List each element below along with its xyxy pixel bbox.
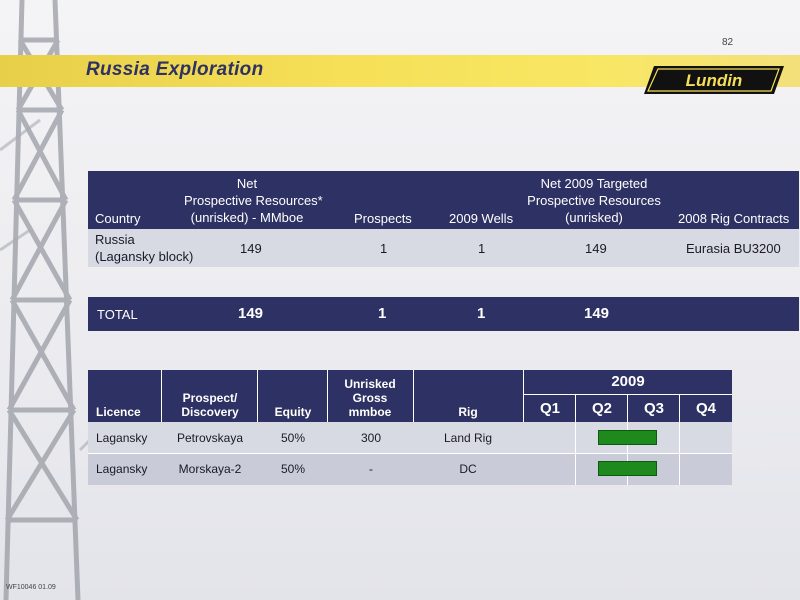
divider [161, 370, 162, 422]
cell-prospects: 1 [380, 241, 388, 256]
total-label: TOTAL [97, 307, 138, 322]
header-net-line2: Prospective Resources* [184, 193, 323, 208]
resources-table-header: Country Net Prospective Resources* (unri… [88, 171, 799, 229]
divider [523, 370, 524, 422]
header-unrisked-gross: Unrisked Gross mmboe [328, 377, 412, 419]
total-net-resources: 149 [238, 305, 264, 322]
header-targeted-line3: (unrisked) [565, 210, 623, 225]
header-2008-rig-contracts: 2008 Rig Contracts [678, 211, 790, 226]
cell-unrisked: 300 [360, 431, 382, 445]
footer-code: WF10046 01.09 [6, 584, 56, 591]
cell-equity: 50% [280, 431, 306, 445]
table-row-russia: Russia (Lagansky block) 149 1 1 149 Eura… [88, 229, 799, 267]
cell-rig-contract: Eurasia BU3200 [686, 241, 781, 256]
total-wells: 1 [477, 305, 486, 322]
cell-net-resources: 149 [240, 241, 262, 256]
schedule-table-header: Licence Prospect/ Discovery Equity Unris… [88, 370, 732, 422]
divider [257, 370, 258, 422]
header-net-prospective-resources: Net Prospective Resources* (unrisked) - … [184, 175, 323, 226]
cell-prospect: Morskaya-2 [178, 462, 242, 476]
svg-text:Lundin: Lundin [686, 71, 743, 90]
header-year: 2009 [611, 373, 645, 390]
divider [524, 394, 732, 395]
header-2009-wells: 2009 Wells [449, 211, 514, 226]
cell-prospect: Petrovskaya [176, 431, 244, 445]
header-net-line1: Net [236, 176, 258, 191]
header-prospect-discovery: Prospect/ Discovery [162, 391, 258, 419]
cell-country-line2: (Lagansky block) [95, 249, 194, 264]
page-number: 82 [722, 37, 734, 48]
cell-equity: 50% [280, 462, 306, 476]
header-equity: Equity [274, 405, 312, 419]
header-rig: Rig [458, 405, 478, 419]
header-targeted-resources: Net 2009 Targeted Prospective Resources … [526, 175, 662, 226]
total-targeted-resources: 149 [584, 305, 610, 322]
total-prospects: 1 [378, 305, 387, 322]
header-unrisked-line2: Gross [352, 391, 388, 405]
divider [627, 394, 628, 422]
header-prospects: Prospects [354, 211, 412, 226]
cell-licence: Lagansky [96, 462, 148, 476]
divider [679, 394, 680, 422]
header-licence: Licence [96, 405, 141, 419]
gantt-bar-morskaya-2 [598, 461, 657, 476]
header-unrisked-line3: mmboe [348, 405, 392, 419]
header-country: Country [95, 211, 141, 226]
header-q4: Q4 [695, 400, 716, 417]
header-q2: Q2 [591, 400, 612, 417]
header-targeted-line2: Prospective Resources [527, 193, 661, 208]
cell-country-line1: Russia [95, 232, 135, 247]
header-targeted-line1: Net 2009 Targeted [540, 176, 648, 191]
cell-targeted-resources: 149 [585, 241, 607, 256]
header-prospect-line2: Discovery [181, 405, 239, 419]
cell-licence: Lagansky [96, 431, 148, 445]
header-q1: Q1 [539, 400, 560, 417]
lundin-logo: Lundin [644, 66, 784, 94]
header-unrisked-line1: Unrisked [344, 377, 396, 391]
divider [575, 394, 576, 422]
gantt-bar-petrovskaya [598, 430, 657, 445]
divider [327, 370, 328, 422]
table-row-total: TOTAL 149 1 1 149 [88, 297, 799, 331]
cell-rig: Land Rig [443, 431, 493, 445]
header-net-line3: (unrisked) - MMboe [190, 210, 304, 225]
header-q3: Q3 [643, 400, 664, 417]
page-title: Russia Exploration [86, 59, 264, 80]
divider [88, 453, 732, 454]
divider [413, 370, 414, 422]
resources-table: Country Net Prospective Resources* (unri… [88, 171, 799, 331]
cell-rig: DC [459, 462, 477, 476]
header-prospect-line1: Prospect/ [182, 391, 238, 405]
cell-wells: 1 [478, 241, 486, 256]
cell-unrisked: - [369, 462, 373, 476]
drilling-schedule-table: Licence Prospect/ Discovery Equity Unris… [88, 370, 732, 485]
cell-country: Russia (Lagansky block) [95, 231, 193, 265]
